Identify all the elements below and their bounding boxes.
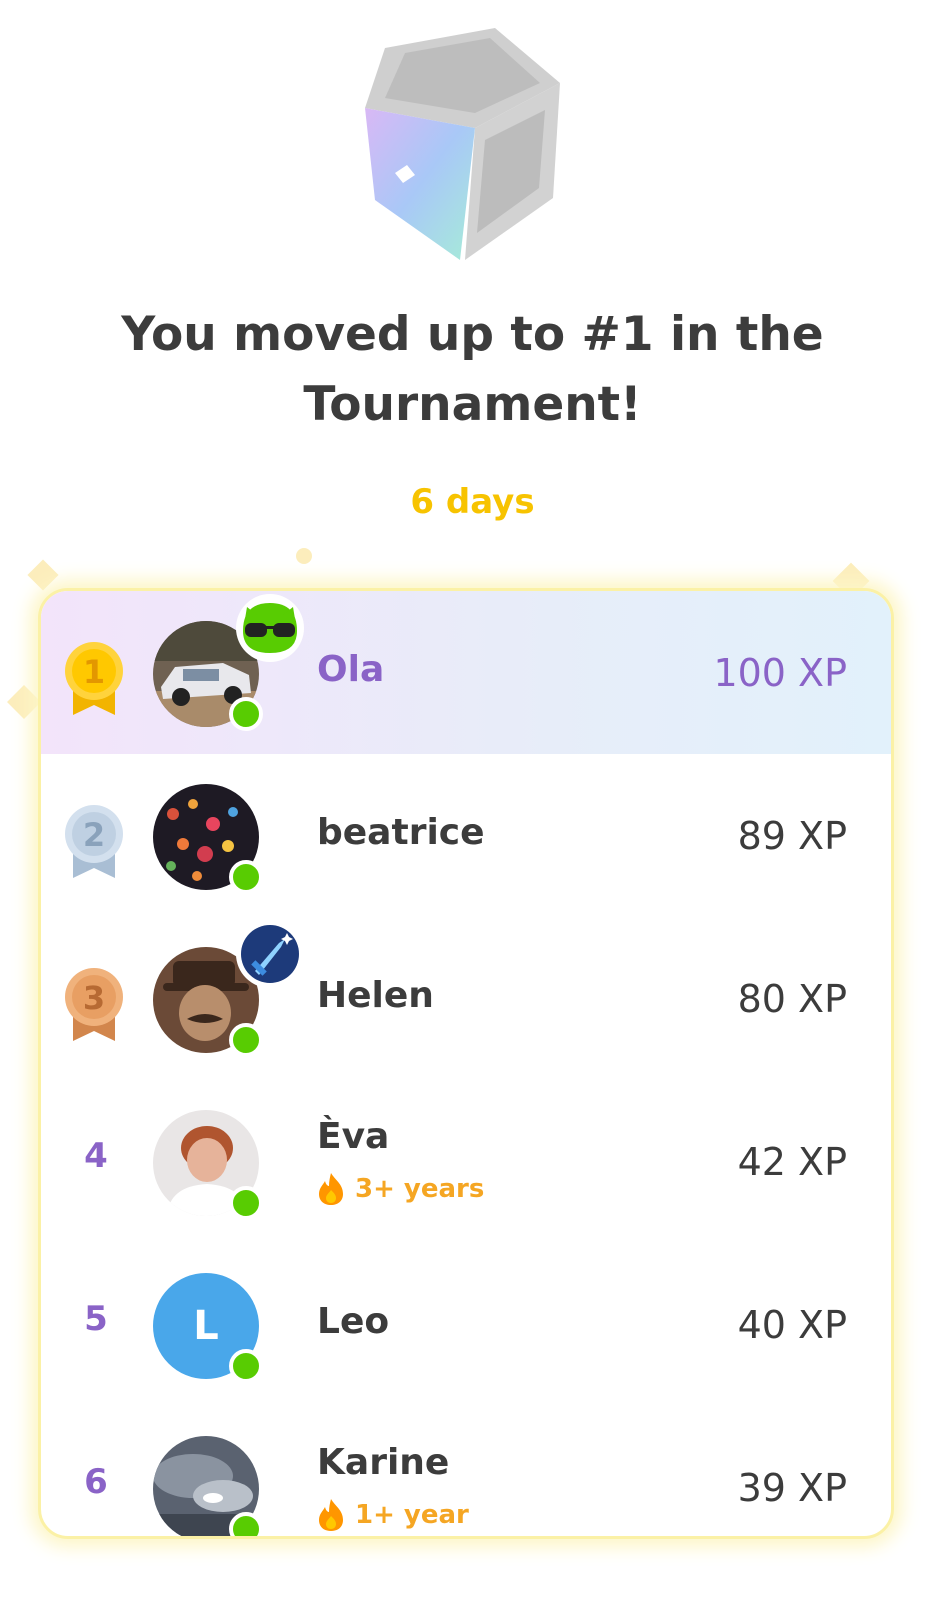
svg-text:1: 1 [83, 653, 105, 691]
xp-score: 40 XP [737, 1303, 847, 1347]
streak-label: 1+ year [317, 1498, 469, 1532]
online-status-indicator [229, 1349, 263, 1383]
sparkle-decoration [7, 685, 41, 719]
fire-icon [319, 1499, 343, 1531]
username: Helen [317, 975, 434, 1016]
sunglasses-owl-icon [236, 594, 304, 662]
streak-text: 1+ year [355, 1500, 469, 1530]
rank-number: 4 [84, 1136, 108, 1176]
username: Èva [317, 1116, 390, 1157]
online-status-indicator [229, 1023, 263, 1057]
username: Ola [317, 649, 385, 690]
xp-score: 39 XP [737, 1466, 847, 1510]
streak-label: 3+ years [317, 1172, 484, 1206]
headline-title: You moved up to #1 in the Tournament! [121, 307, 824, 432]
xp-score: 80 XP [737, 977, 847, 1021]
xp-score: 89 XP [737, 814, 847, 858]
time-remaining: 6 days [410, 482, 535, 522]
online-status-indicator [229, 697, 263, 731]
online-status-indicator [229, 1186, 263, 1220]
leaderboard-row[interactable]: 3 Helen 80 XP [41, 917, 891, 1080]
diamond-league-icon [365, 28, 560, 260]
rank-number: 5 [84, 1299, 108, 1339]
xp-score: 100 XP [713, 651, 847, 695]
online-status-indicator [229, 860, 263, 894]
leaderboard-row-current-user[interactable]: 1 Ola 100 XP [41, 591, 891, 754]
username: Leo [317, 1301, 390, 1342]
online-status-indicator [229, 1512, 263, 1536]
avatar-initial: L [193, 1303, 219, 1349]
sparkle-decoration [27, 559, 59, 591]
username: beatrice [317, 812, 485, 853]
leaderboard-row[interactable]: 4 Èva 3+ years 42 XP [41, 1080, 891, 1243]
fire-icon [319, 1173, 343, 1205]
svg-text:2: 2 [83, 816, 105, 854]
xp-score: 42 XP [737, 1140, 847, 1184]
streak-text: 3+ years [355, 1174, 485, 1204]
leaderboard: 1 Ola 100 XP 2 beatrice 89 XP 3 Helen 80… [38, 588, 894, 1539]
sparkle-decoration [296, 548, 312, 564]
rank-number: 6 [84, 1462, 108, 1502]
sword-icon [236, 920, 304, 988]
silver-medal-icon: 2 [65, 805, 123, 878]
bronze-medal-icon: 3 [65, 968, 123, 1041]
svg-text:3: 3 [83, 979, 105, 1017]
leaderboard-row[interactable]: 2 beatrice 89 XP [41, 754, 891, 917]
leaderboard-row[interactable]: 6 Karine 1+ year 39 XP [41, 1406, 891, 1536]
username: Karine [317, 1442, 450, 1483]
leaderboard-row[interactable]: 5 L Leo 40 XP [41, 1243, 891, 1406]
gold-medal-icon: 1 [65, 642, 123, 715]
